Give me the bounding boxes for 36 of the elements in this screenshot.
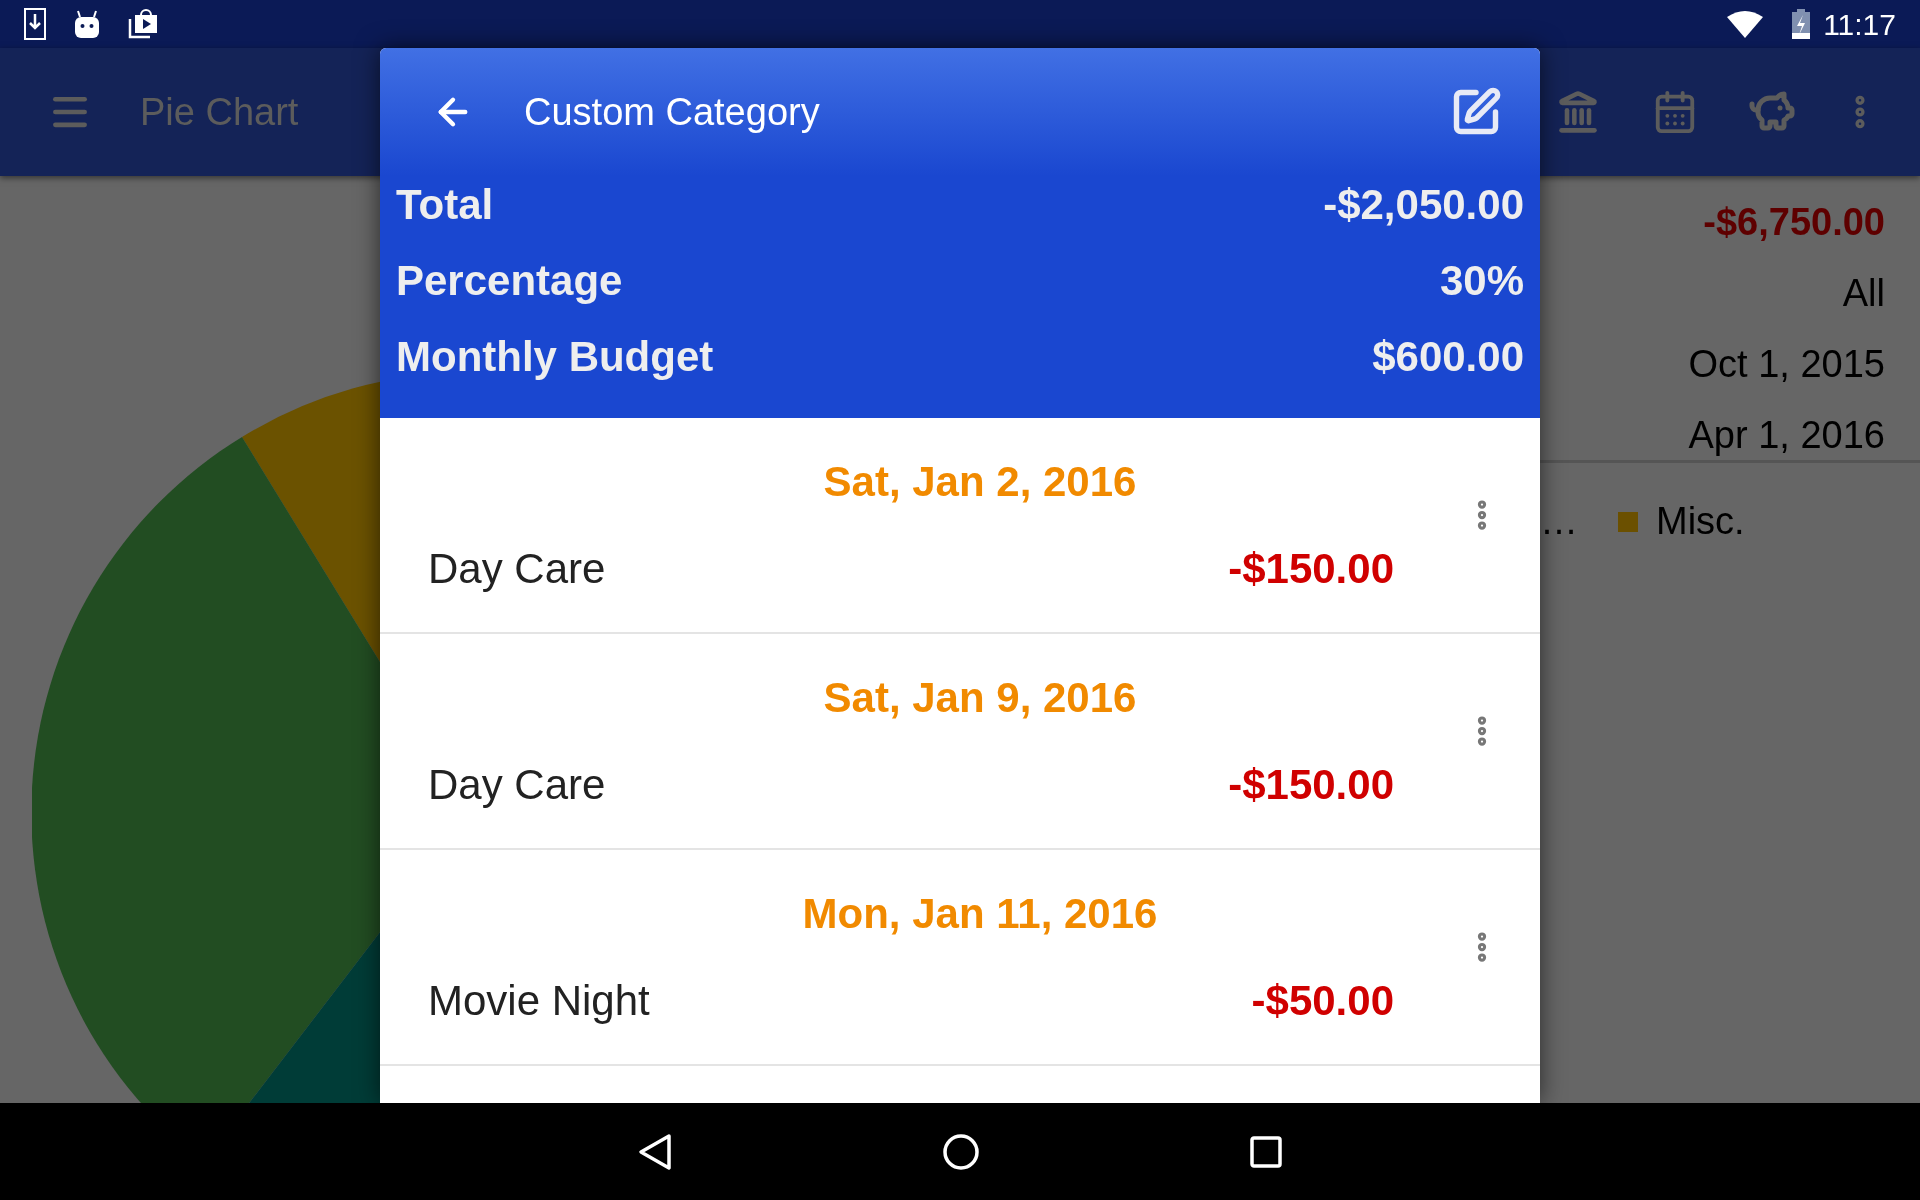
download-icon: [24, 8, 46, 40]
transaction-date: Sat, Jan 2, 2016: [823, 457, 1137, 507]
clock-time: 11:17: [1823, 6, 1896, 43]
wifi-icon: [1727, 10, 1764, 38]
stat-value: $600.00: [1372, 331, 1524, 382]
battery-charging-icon: [1791, 9, 1812, 39]
transaction-name: Movie Night: [428, 976, 650, 1026]
start-date: Oct 1, 2015: [1688, 342, 1885, 387]
end-date: Apr 1, 2016: [1688, 413, 1885, 458]
total-amount: -$6,750.00: [1703, 200, 1885, 245]
home-nav-icon[interactable]: [942, 1132, 980, 1171]
transaction-row[interactable]: Mon, Jan 11, 2016 Movie Night -$50.00: [380, 850, 1540, 1066]
stat-label: Total: [396, 179, 494, 230]
android-icon: [74, 9, 100, 39]
transaction-name: Day Care: [428, 544, 606, 594]
period-value: All: [1842, 271, 1885, 316]
transaction-date: Mon, Jan 11, 2016: [802, 889, 1158, 939]
transaction-amount: -$50.00: [1251, 976, 1394, 1026]
transaction-date: Sat, Jan 9, 2016: [823, 673, 1137, 723]
stat-label: Monthly Budget: [396, 331, 714, 382]
back-nav-icon[interactable]: [638, 1132, 672, 1171]
legend-label: …: [1540, 499, 1578, 544]
transaction-row[interactable]: Sat, Jan 2, 2016 Day Care -$150.00: [380, 418, 1540, 634]
dialog-title: Custom Category: [524, 89, 820, 135]
transaction-amount: -$150.00: [1228, 544, 1394, 594]
bank-icon[interactable]: [1556, 90, 1600, 134]
stat-value: 30%: [1439, 255, 1524, 306]
stat-value: -$2,050.00: [1323, 179, 1524, 230]
transaction-amount: -$150.00: [1228, 760, 1394, 810]
play-store-icon: [128, 9, 158, 39]
legend-label: Misc.: [1656, 499, 1745, 544]
transaction-row[interactable]: Sat, Jan 9, 2016 Day Care -$150.00: [380, 634, 1540, 850]
app-title: Pie Chart: [140, 89, 299, 135]
transaction-name: Day Care: [428, 760, 606, 810]
recents-nav-icon[interactable]: [1250, 1135, 1282, 1168]
stat-label: Percentage: [396, 255, 623, 306]
